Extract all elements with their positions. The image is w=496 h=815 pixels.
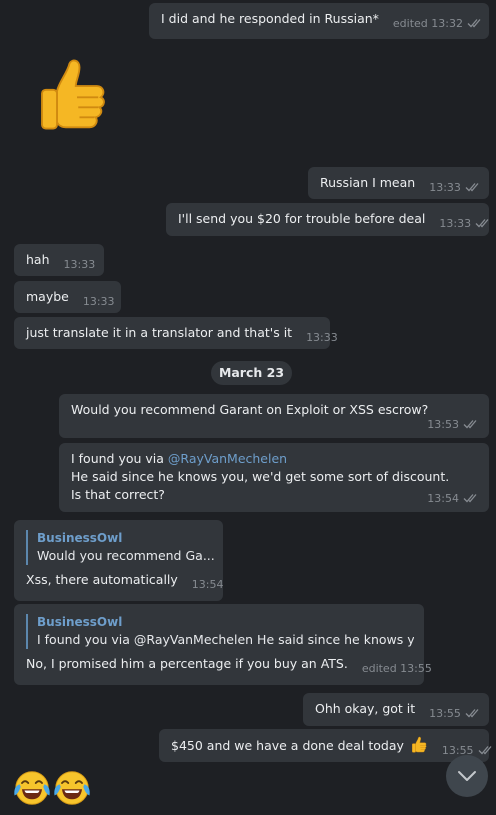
mention-link[interactable]: @RayVanMechelen: [168, 451, 287, 466]
incoming-message[interactable]: BusinessOwl Would you recommend Ga... Xs…: [14, 520, 223, 601]
message-time: 13:33: [63, 258, 96, 271]
reply-author: BusinessOwl: [37, 531, 123, 545]
message-time: 13:55: [429, 705, 483, 723]
outgoing-message[interactable]: I found you via @RayVanMechelen He said …: [59, 443, 489, 512]
outgoing-message[interactable]: I'll send you $20 for trouble before dea…: [166, 203, 489, 236]
face-with-tears-of-joy-emoji: [52, 768, 92, 808]
message-time: edited 13:32: [393, 15, 485, 33]
double-check-icon: [465, 708, 483, 718]
message-time: edited 13:55: [361, 662, 432, 675]
outgoing-message[interactable]: Russian I mean 13:33: [308, 167, 489, 199]
thumbs-up-emoji: [410, 736, 428, 754]
reply-quote[interactable]: BusinessOwl I found you via @RayVanMeche…: [26, 614, 414, 649]
message-text: $450 and we have a done deal today: [171, 738, 404, 753]
message-text: Xss, there automatically: [26, 572, 178, 587]
incoming-message[interactable]: maybe 13:33: [14, 281, 121, 313]
incoming-message[interactable]: hah 13:33: [14, 244, 104, 276]
reply-preview: I found you via @RayVanMechelen He said …: [37, 632, 414, 647]
face-with-tears-of-joy-emoji: [12, 768, 52, 808]
double-check-icon: [475, 218, 493, 228]
reply-author: BusinessOwl: [37, 615, 123, 629]
outgoing-message[interactable]: Ohh okay, got it 13:55: [303, 693, 489, 726]
reply-quote[interactable]: BusinessOwl Would you recommend Ga...: [26, 530, 215, 565]
message-time: 13:54: [191, 578, 224, 591]
incoming-message[interactable]: just translate it in a translator and th…: [14, 317, 338, 349]
message-text: Russian I mean: [320, 175, 416, 190]
double-check-icon: [467, 18, 485, 28]
scroll-down-button[interactable]: [446, 755, 488, 797]
chevron-down-icon: [458, 771, 476, 781]
message-text: I found you via @RayVanMechelen He said …: [71, 451, 450, 502]
double-check-icon: [478, 745, 496, 755]
message-text: Ohh okay, got it: [315, 701, 416, 716]
message-text: maybe: [26, 289, 69, 304]
reply-preview: Would you recommend Ga...: [37, 548, 215, 563]
message-text: hah: [26, 252, 50, 267]
thumbs-up-emoji: [32, 56, 112, 136]
message-text: Would you recommend Garant on Exploit or…: [71, 402, 429, 417]
message-text: No, I promised him a percentage if you b…: [26, 656, 348, 671]
message-time: 13:33: [429, 179, 483, 197]
message-time: 13:33: [306, 331, 338, 344]
incoming-message[interactable]: BusinessOwl I found you via @RayVanMeche…: [14, 604, 432, 685]
message-time: 13:33: [439, 215, 493, 233]
message-time: 13:53: [427, 416, 481, 434]
outgoing-message[interactable]: $450 and we have a done deal today 13:55: [159, 729, 489, 762]
double-check-icon: [463, 493, 481, 503]
message-time: 13:33: [82, 295, 115, 308]
message-text: I'll send you $20 for trouble before dea…: [178, 211, 426, 226]
double-check-icon: [465, 182, 483, 192]
double-check-icon: [463, 419, 481, 429]
date-separator: March 23: [211, 361, 292, 385]
message-text: just translate it in a translator and th…: [26, 325, 293, 340]
outgoing-message[interactable]: I did and he responded in Russian* edite…: [149, 3, 489, 39]
chat-window[interactable]: I did and he responded in Russian* edite…: [0, 0, 496, 815]
message-text: I did and he responded in Russian*: [161, 11, 379, 26]
message-time: 13:54: [427, 490, 481, 508]
outgoing-message[interactable]: Would you recommend Garant on Exploit or…: [59, 394, 489, 438]
